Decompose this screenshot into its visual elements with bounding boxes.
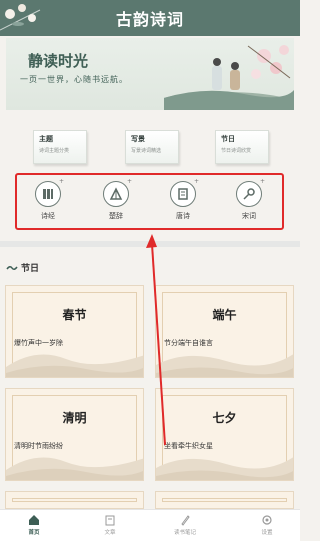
nav-label: 文章 (104, 530, 116, 536)
genre-label: 宋词 (242, 212, 256, 220)
scholar-illustration-icon (164, 45, 294, 110)
book-icon (105, 515, 115, 526)
banner-subtitle: 一页一世界，心随书远航。 (20, 75, 128, 84)
app-screen: 古韵诗词 静读时光 一页一世界，心随书远航。 主题 诗词主题分类 写景 写景诗词… (0, 0, 300, 541)
nav-item-settings[interactable]: 设置 (242, 514, 292, 536)
app-header: 古韵诗词 (0, 0, 300, 36)
mountain-scenery-icon (6, 354, 143, 377)
mountain-scenery-icon (156, 354, 293, 377)
nav-label: 读书笔记 (173, 530, 196, 536)
hero-banner[interactable]: 静读时光 一页一世界，心随书远航。 (6, 38, 294, 110)
bottom-nav: 首页 文章 读书笔记 设置 (0, 509, 300, 541)
red-arrow-icon (146, 234, 166, 446)
category-card-theme[interactable]: 主题 诗词主题分类 (33, 130, 87, 164)
festival-name: 七夕 (212, 411, 237, 425)
genre-item-shijing[interactable]: + 诗经 (28, 178, 68, 221)
festival-verse: 爆竹声中一岁除 (14, 339, 63, 347)
category-desc: 写景诗词精选 (131, 148, 162, 154)
category-desc: 诗词主题分类 (39, 148, 70, 154)
festival-name: 清明 (62, 411, 87, 425)
flower-decoration-icon (0, 4, 41, 31)
book-bars-icon: + (35, 178, 64, 207)
card-frame (162, 498, 287, 502)
category-card-festival[interactable]: 节日 节日诗词欣赏 (215, 130, 269, 164)
genre-item-songci[interactable]: + 宋词 (229, 178, 269, 221)
card-frame (12, 498, 137, 502)
pen-icon (181, 515, 190, 526)
home-icon (29, 515, 39, 525)
festival-section-header: 节日 (6, 261, 39, 274)
festival-card-qingming[interactable]: 清明 清明时节雨纷纷 (5, 388, 144, 481)
brush-icon: + (236, 178, 265, 207)
page-title: 古韵诗词 (115, 10, 184, 29)
genre-label: 诗经 (41, 212, 55, 220)
festival-verse: 坐看牵牛织女星 (164, 442, 213, 450)
banner-title: 静读时光 (28, 52, 89, 70)
genre-label: 唐诗 (176, 212, 190, 220)
festival-card-dragon-boat[interactable]: 端午 节分端午自谁言 (155, 285, 294, 378)
festival-name: 端午 (212, 308, 237, 322)
genre-icon-row: + 诗经 + 楚辞 + 唐诗 + 宋词 (15, 173, 284, 230)
plus-icon: + (259, 178, 265, 185)
nav-item-articles[interactable]: 文章 (85, 514, 135, 536)
fan-icon: + (103, 178, 132, 207)
wave-icon (6, 265, 18, 270)
nav-label: 首页 (28, 530, 40, 536)
category-desc: 节日诗词欣赏 (221, 148, 252, 154)
category-title: 写景 (131, 134, 145, 143)
festival-verse: 节分端午自谁言 (164, 339, 213, 347)
festival-card-partial[interactable] (155, 491, 294, 509)
category-card-scenery[interactable]: 写景 写景诗词精选 (125, 130, 179, 164)
mountain-scenery-icon (156, 457, 293, 480)
festival-card-partial[interactable] (5, 491, 144, 509)
scroll-icon: + (170, 178, 199, 207)
mountain-scenery-icon (6, 457, 143, 480)
category-row: 主题 诗词主题分类 写景 写景诗词精选 节日 节日诗词欣赏 (0, 130, 300, 166)
genre-item-tangshi[interactable]: + 唐诗 (163, 178, 203, 221)
nav-item-home[interactable]: 首页 (9, 514, 59, 536)
festival-name: 春节 (62, 308, 87, 322)
category-title: 节日 (221, 134, 235, 143)
category-title: 主题 (39, 134, 53, 143)
plus-icon: + (193, 178, 199, 185)
festival-verse: 清明时节雨纷纷 (14, 442, 63, 450)
plus-icon: + (126, 178, 132, 185)
nav-item-notes[interactable]: 读书笔记 (160, 514, 210, 536)
nav-label: 设置 (261, 530, 273, 536)
genre-label: 楚辞 (109, 212, 123, 220)
gear-icon (262, 515, 272, 525)
section-title: 节日 (21, 264, 40, 274)
festival-card-qixi[interactable]: 七夕 坐看牵牛织女星 (155, 388, 294, 481)
plus-icon: + (58, 178, 64, 185)
genre-item-chuci[interactable]: + 楚辞 (96, 178, 136, 221)
festival-card-spring[interactable]: 春节 爆竹声中一岁除 (5, 285, 144, 378)
